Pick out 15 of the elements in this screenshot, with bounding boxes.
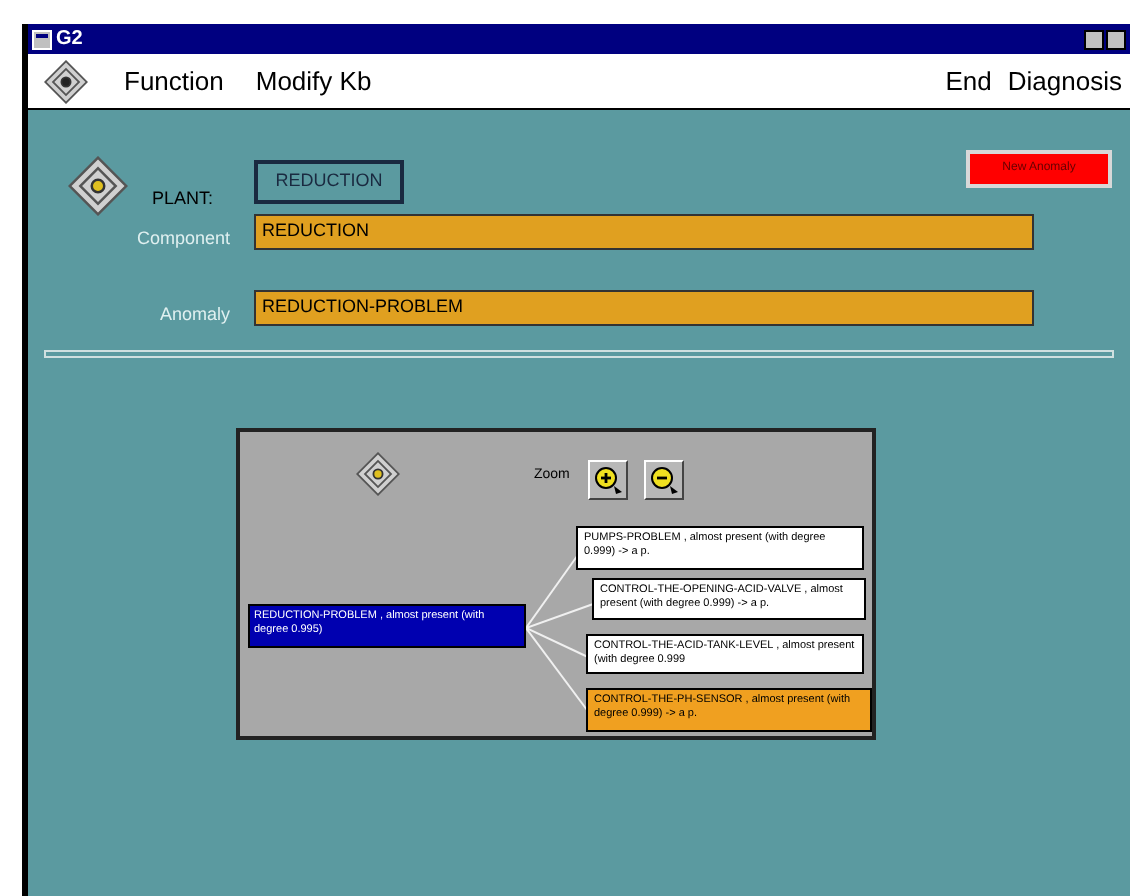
window-title: G2	[56, 26, 83, 54]
maximize-button[interactable]	[1106, 29, 1126, 49]
plant-label: PLANT:	[152, 186, 214, 212]
zoom-in-button[interactable]	[588, 460, 628, 500]
component-field: REDUCTION	[254, 214, 1034, 250]
menu-item[interactable]: Function	[124, 61, 224, 101]
menu-item[interactable]: Modify Kb	[255, 61, 372, 101]
anomaly-field: REDUCTION-PROBLEM	[254, 290, 1034, 326]
menu-item[interactable]: End	[945, 61, 992, 101]
component-label: Component	[136, 226, 230, 252]
zoom-out-button[interactable]	[644, 460, 684, 500]
anomaly-label: Anomaly	[159, 302, 230, 328]
minimize-button[interactable]	[1084, 29, 1104, 49]
menu-item[interactable]: Diagnosis	[1007, 61, 1122, 101]
plant-box: REDUCTION	[254, 160, 404, 204]
